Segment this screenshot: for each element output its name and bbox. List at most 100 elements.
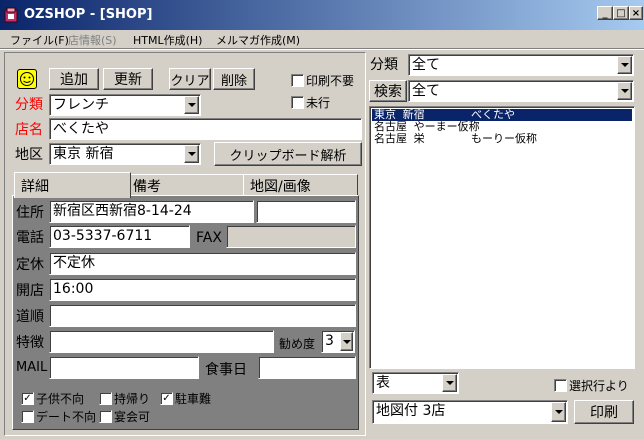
children-check-box[interactable]: ✓	[21, 392, 34, 405]
minimize-button[interactable]: _	[597, 6, 613, 20]
maximize-icon: □	[616, 7, 626, 19]
print-button[interactable]: 印刷	[574, 400, 634, 424]
print-format-select[interactable]: 地図付 3店	[372, 400, 568, 424]
takeout-check-box[interactable]	[99, 392, 112, 405]
holiday-label: 定休	[16, 257, 44, 273]
recommend-select-value: 3	[325, 333, 334, 349]
menu-shop-info[interactable]: 店情報(S)	[68, 32, 117, 48]
close-icon: ×	[631, 7, 641, 19]
area-dropdown-button[interactable]	[184, 145, 199, 163]
open-input[interactable]: 16:00	[49, 278, 356, 301]
window-title: OZSHOP - [SHOP]	[24, 7, 153, 22]
tab-notes[interactable]: 備考	[126, 174, 246, 196]
right-category-select[interactable]: 全て	[408, 54, 634, 76]
close-button[interactable]: ×	[629, 6, 643, 20]
tab-map-image-label: 地図/画像	[250, 178, 311, 195]
list-item[interactable]: 名古屋 栄 もーりー仮称	[372, 133, 632, 145]
address-extra-input[interactable]	[256, 200, 356, 223]
chevron-down-icon	[554, 410, 563, 414]
smiley-icon[interactable]	[17, 69, 37, 89]
add-button[interactable]: 追加	[49, 68, 99, 90]
clipboard-parse-button[interactable]: クリップボード解析	[214, 142, 362, 166]
app-icon	[4, 7, 18, 23]
holiday-input[interactable]: 不定休	[49, 252, 356, 275]
open-label: 開店	[16, 283, 44, 299]
phone-label: 電話	[16, 230, 44, 246]
delete-button[interactable]: 削除	[213, 68, 255, 90]
search-select-value: 全て	[412, 83, 440, 99]
menu-html[interactable]: HTML作成(H)	[133, 32, 202, 48]
minimize-icon: _	[602, 7, 608, 19]
children-label: 子供不向	[36, 392, 85, 406]
not-visited-checkbox[interactable]: 未行	[291, 94, 330, 111]
view-select-value: 表	[376, 375, 390, 391]
date-check-box[interactable]	[21, 410, 34, 423]
tab-map-image[interactable]: 地図/画像	[243, 174, 358, 196]
title-bar[interactable]: OZSHOP - [SHOP] _ □ ×	[0, 0, 644, 30]
clear-button[interactable]: クリア	[169, 68, 211, 90]
not-visited-label: 未行	[306, 96, 331, 110]
chevron-down-icon	[342, 339, 351, 344]
phone-input[interactable]: 03-5337-6711	[49, 225, 190, 248]
right-category-dropdown-button[interactable]	[617, 56, 632, 74]
route-input[interactable]	[49, 304, 356, 327]
no-print-check-box[interactable]	[291, 74, 304, 87]
menu-mailmag[interactable]: メルマガ作成(M)	[216, 32, 300, 48]
parking-check-box[interactable]: ✓	[160, 392, 173, 405]
category-dropdown-button[interactable]	[184, 96, 199, 114]
recommend-select[interactable]: 3	[321, 330, 355, 353]
right-category-value: 全て	[412, 57, 440, 73]
area-select-value: 東京 新宿	[53, 146, 114, 162]
shop-name-label: 店名	[15, 122, 43, 138]
category-label: 分類	[15, 97, 43, 113]
shop-name-input[interactable]: べくたや	[49, 118, 362, 140]
category-select[interactable]: フレンチ	[49, 94, 201, 116]
chevron-down-icon	[445, 381, 454, 385]
address-input[interactable]: 新宿区西新宿8-14-24	[49, 200, 254, 223]
right-category-label: 分類	[370, 57, 398, 73]
route-label: 道順	[16, 309, 44, 325]
area-label: 地区	[15, 147, 43, 163]
menu-file[interactable]: ファイル(F)	[10, 32, 69, 48]
tab-detail-label: 詳細	[21, 178, 49, 195]
mail-label: MAIL	[16, 360, 48, 375]
tab-detail[interactable]: 詳細	[14, 172, 131, 198]
chevron-down-icon	[187, 103, 196, 107]
not-visited-check-box[interactable]	[291, 96, 304, 109]
category-select-value: フレンチ	[53, 97, 109, 113]
no-print-checkbox[interactable]: 印刷不要	[291, 72, 354, 89]
option-children[interactable]: ✓ 子供不向	[21, 390, 84, 407]
shop-list[interactable]: 東京 新宿 べくたや 名古屋 やーまー仮称 名古屋 栄 もーりー仮称	[369, 106, 635, 369]
option-date[interactable]: デート不向	[21, 408, 96, 425]
recommend-dropdown-button[interactable]	[340, 332, 353, 351]
update-button[interactable]: 更新	[103, 68, 153, 90]
selected-rows-check-box[interactable]	[554, 379, 567, 392]
feature-input[interactable]	[49, 330, 274, 353]
maximize-button[interactable]: □	[613, 6, 629, 20]
takeout-label: 持帰り	[114, 392, 151, 406]
selected-rows-checkbox[interactable]: 選択行より	[554, 377, 629, 394]
option-takeout[interactable]: 持帰り	[99, 390, 150, 407]
search-select[interactable]: 全て	[408, 80, 634, 102]
print-format-value: 地図付 3店	[376, 403, 446, 419]
search-button[interactable]: 検索	[369, 80, 407, 102]
view-select[interactable]: 表	[372, 372, 459, 394]
search-dropdown-button[interactable]	[617, 82, 632, 100]
view-dropdown-button[interactable]	[442, 374, 457, 392]
fax-input[interactable]	[226, 225, 356, 248]
meal-day-label: 食事日	[205, 362, 247, 378]
mail-input[interactable]	[49, 356, 199, 379]
date-label: デート不向	[36, 410, 97, 424]
selected-rows-label: 選択行より	[569, 379, 629, 393]
address-label: 住所	[16, 205, 44, 221]
meal-day-input[interactable]	[258, 356, 356, 379]
no-print-label: 印刷不要	[306, 74, 355, 88]
banquet-label: 宴会可	[114, 410, 151, 424]
banquet-check-box[interactable]	[99, 410, 112, 423]
chevron-down-icon	[620, 89, 629, 93]
print-format-dropdown-button[interactable]	[551, 402, 566, 422]
option-parking[interactable]: ✓ 駐車難	[160, 390, 211, 407]
option-banquet[interactable]: 宴会可	[99, 408, 150, 425]
area-select[interactable]: 東京 新宿	[49, 143, 201, 165]
chevron-down-icon	[620, 63, 629, 67]
